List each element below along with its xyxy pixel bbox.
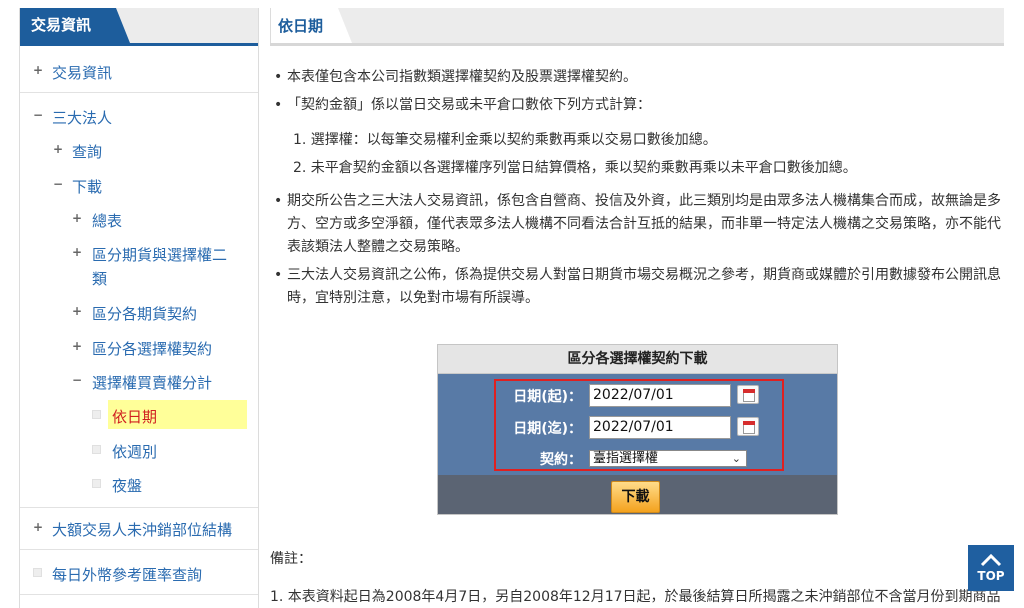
contract-label: 契約： [540,452,582,468]
start-date-label: 日期(起)： [513,389,582,405]
expand-icon[interactable]: + [72,305,82,317]
bullet-icon: • [274,267,283,283]
main-header: 依日期 [270,8,1004,46]
sidebar-item-trading-info[interactable]: + 交易資訊 [20,60,258,90]
sidebar-item-call-put[interactable]: − 選擇權買賣權分計 [20,370,258,400]
sidebar-item-label[interactable]: 每日外幣參考匯率查詢 [52,564,202,585]
bullet-text-line: 表該類法人整體之交易策略。 [287,239,469,255]
sidebar-item-label[interactable]: 交易資訊 [52,62,112,83]
sidebar-item-label[interactable]: 夜盤 [112,475,142,496]
sidebar-item-large-trader[interactable]: + 大額交易人未沖銷部位結構 [20,517,258,547]
contract-select[interactable]: 臺指選擇權 ⌄ [589,450,747,467]
sidebar-header: 交易資訊 [20,8,258,46]
expand-icon[interactable]: + [53,143,63,155]
sidebar-item-by-date[interactable]: 依日期 [20,404,258,434]
sidebar-item-options-contracts[interactable]: + 區分各選擇權契約 [20,336,258,366]
collapse-icon[interactable]: − [72,374,82,386]
end-date-field[interactable]: 2022/07/01 [589,416,731,439]
calendar-icon[interactable] [737,417,759,436]
leaf-icon [92,445,101,454]
sidebar-item-summary[interactable]: + 總表 [20,208,258,238]
sidebar: 交易資訊 + 交易資訊 − 三大法人 + 查詢 − 下載 + 總表 + 區分期貨… [19,8,259,608]
bullet-icon: • [274,193,283,209]
numbered-item: 2. 未平倉契約金額以各選擇權序列當日結算價格，乘以契約乘數再乘以未平倉口數後加… [293,160,857,176]
bullet-text-line: 時，宜特別注意，以免對市場有所誤導。 [287,290,539,306]
contract-selected-value: 臺指選擇權 [593,451,659,466]
sidebar-tab[interactable]: 交易資訊 [20,8,130,43]
sidebar-item-label[interactable]: 區分各選擇權契約 [92,338,212,359]
sidebar-item-label[interactable]: 依日期 [112,406,157,427]
sidebar-item-query[interactable]: + 查詢 [20,139,258,169]
collapse-icon[interactable]: − [53,178,63,190]
expand-icon[interactable]: + [72,212,82,224]
calendar-icon[interactable] [737,385,759,404]
sidebar-item-night-session[interactable]: 夜盤 [20,473,258,503]
end-date-label: 日期(迄)： [513,421,582,437]
expand-icon[interactable]: + [72,246,82,258]
back-to-top-button[interactable]: TOP [968,545,1014,591]
download-button[interactable]: 下載 [611,481,660,513]
bullet-icon: • [274,69,283,85]
sidebar-item-fx-rate[interactable]: 每日外幣參考匯率查詢 [20,562,258,592]
download-form: 區分各選擇權契約下載 日期(起)： 2022/07/01 日期(迄)： 2022… [437,344,838,515]
divider [20,549,258,550]
bullet-text-line: 三大法人交易資訊之公佈，係為提供交易人對當日期貨市場交易概況之參考，期貨商或媒體… [287,267,1001,283]
sidebar-item-label[interactable]: 下載 [72,176,102,197]
sidebar-item-label[interactable]: 選擇權買賣權分計 [92,372,212,393]
page-title-tab: 依日期 [270,8,352,43]
sidebar-item-label-line2[interactable]: 類 [92,268,107,289]
chevron-down-icon: ⌄ [731,452,741,465]
divider [20,507,258,508]
divider [20,92,258,93]
leaf-icon [92,479,101,488]
bullet-icon: • [274,97,283,113]
list-item: • 期交所公告之三大法人交易資訊，係包含自營商、投信及外資，此三類別均是由眾多法… [274,190,1004,256]
leaf-icon [92,410,101,419]
sidebar-item-label[interactable]: 總表 [92,210,122,231]
notes-line: 1. 本表資料起日為2008年4月7日，另自2008年12月17日起，於最後結算… [270,589,1001,605]
form-title: 區分各選擇權契約下載 [438,345,837,374]
sidebar-item-download[interactable]: − 下載 [20,174,258,204]
sidebar-item-label[interactable]: 大額交易人未沖銷部位結構 [52,519,232,540]
divider [20,594,258,595]
sidebar-item-label-line1[interactable]: 區分期貨與選擇權二 [92,244,227,265]
sidebar-item-label[interactable]: 三大法人 [52,107,112,128]
form-footer: 下載 [438,475,837,514]
bullet-text: 「契約金額」係以當日交易或未平倉口數依下列方式計算： [287,97,651,113]
sidebar-item-label[interactable]: 區分各期貨契約 [92,303,197,324]
sidebar-item-by-week[interactable]: 依週別 [20,439,258,469]
expand-icon[interactable]: + [33,64,43,76]
start-date-field[interactable]: 2022/07/01 [589,384,731,407]
list-item: • 三大法人交易資訊之公佈，係為提供交易人對當日期貨市場交易概況之參考，期貨商或… [274,264,1004,308]
numbered-item: 1. 選擇權：以每筆交易權利金乘以契約乘數再乘以交易口數後加總。 [293,132,717,148]
back-to-top-label: TOP [977,569,1005,583]
sidebar-item-institutional[interactable]: − 三大法人 [20,105,258,135]
sidebar-item-label[interactable]: 查詢 [72,141,102,162]
collapse-icon[interactable]: − [33,109,43,121]
expand-icon[interactable]: + [33,521,43,533]
expand-icon[interactable]: + [72,340,82,352]
bullet-text: 本表僅包含本公司指數類選擇權契約及股票選擇權契約。 [287,69,637,85]
notes-title: 備註： [270,551,312,567]
sidebar-item-futures-options-two[interactable]: + 區分期貨與選擇權二 類 [20,242,258,292]
chevron-up-icon [980,553,1002,567]
bullet-text-line: 方、空方或多空淨額，僅代表眾多法人機構不同看法合計互抵的結果，而非單一特定法人機… [287,216,1001,232]
bullet-text-line: 期交所公告之三大法人交易資訊，係包含自營商、投信及外資，此三類別均是由眾多法人機… [287,193,1001,209]
sidebar-item-futures-contracts[interactable]: + 區分各期貨契約 [20,301,258,331]
sidebar-item-label[interactable]: 依週別 [112,441,157,462]
leaf-icon [33,568,42,577]
form-body: 日期(起)： 2022/07/01 日期(迄)： 2022/07/01 契約： … [438,374,837,475]
